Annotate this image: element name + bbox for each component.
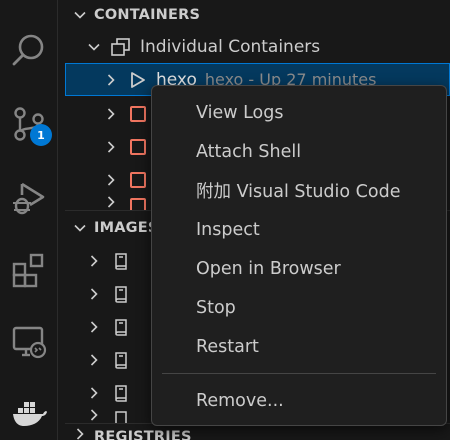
stopped-container-icon (130, 105, 146, 122)
source-control-badge: 1 (30, 124, 52, 146)
running-container-icon (130, 71, 146, 89)
image-icon (113, 384, 129, 402)
source-control-button[interactable]: 1 (0, 96, 58, 152)
search-icon (12, 34, 44, 66)
image-icon (113, 351, 129, 369)
run-debug-icon (13, 182, 45, 215)
docker-button[interactable] (0, 384, 58, 440)
menu-item-remove[interactable]: Remove... (152, 381, 446, 420)
chevron-down-icon (73, 221, 87, 235)
image-icon (113, 318, 129, 336)
vscode-window: 1 CONTAINERS Individual Containers hexo … (0, 0, 450, 440)
chevron-right-icon (87, 254, 101, 268)
chevron-right-icon (104, 195, 118, 209)
images-header-label: IMAGES (94, 219, 159, 236)
image-icon (113, 252, 129, 270)
menu-item-stop[interactable]: Stop (152, 288, 446, 327)
individual-containers-group[interactable]: Individual Containers (65, 30, 450, 63)
context-menu: View Logs Attach Shell 附加 Visual Studio … (151, 85, 447, 426)
group-icon (110, 37, 132, 57)
menu-item-restart[interactable]: Restart (152, 327, 446, 366)
image-icon (113, 410, 129, 424)
chevron-right-icon (104, 73, 118, 87)
extensions-button[interactable] (0, 242, 58, 298)
menu-item-inspect[interactable]: Inspect (152, 210, 446, 249)
stopped-container-icon (130, 171, 146, 188)
chevron-right-icon (87, 320, 101, 334)
menu-item-attach-shell[interactable]: Attach Shell (152, 132, 446, 171)
containers-header-label: CONTAINERS (94, 6, 201, 23)
docker-icon (13, 402, 47, 426)
run-debug-button[interactable] (0, 170, 58, 226)
remote-explorer-icon (12, 326, 47, 359)
containers-section-header[interactable]: CONTAINERS (65, 0, 450, 31)
activity-bar: 1 (0, 0, 58, 440)
menu-item-attach-vscode[interactable]: 附加 Visual Studio Code (152, 171, 446, 210)
registries-header-label: REGISTRIES (94, 429, 192, 440)
menu-item-view-logs[interactable]: View Logs (152, 93, 446, 132)
chevron-down-icon (87, 40, 101, 54)
chevron-right-icon (87, 287, 101, 301)
menu-item-open-in-browser[interactable]: Open in Browser (152, 249, 446, 288)
chevron-right-icon (104, 140, 118, 154)
chevron-right-icon (104, 107, 118, 121)
chevron-right-icon (104, 173, 118, 187)
chevron-right-icon (87, 386, 101, 400)
chevron-right-icon (73, 427, 87, 440)
chevron-down-icon (73, 8, 87, 22)
menu-separator (162, 373, 436, 374)
extensions-icon (12, 253, 44, 288)
registries-section-header[interactable]: REGISTRIES (65, 424, 450, 440)
search-button[interactable] (0, 22, 58, 78)
image-icon (113, 285, 129, 303)
chevron-right-icon (87, 353, 101, 367)
chevron-right-icon (87, 408, 101, 422)
stopped-container-icon (130, 138, 146, 155)
group-label: Individual Containers (140, 36, 321, 57)
remote-explorer-button[interactable] (0, 314, 58, 370)
